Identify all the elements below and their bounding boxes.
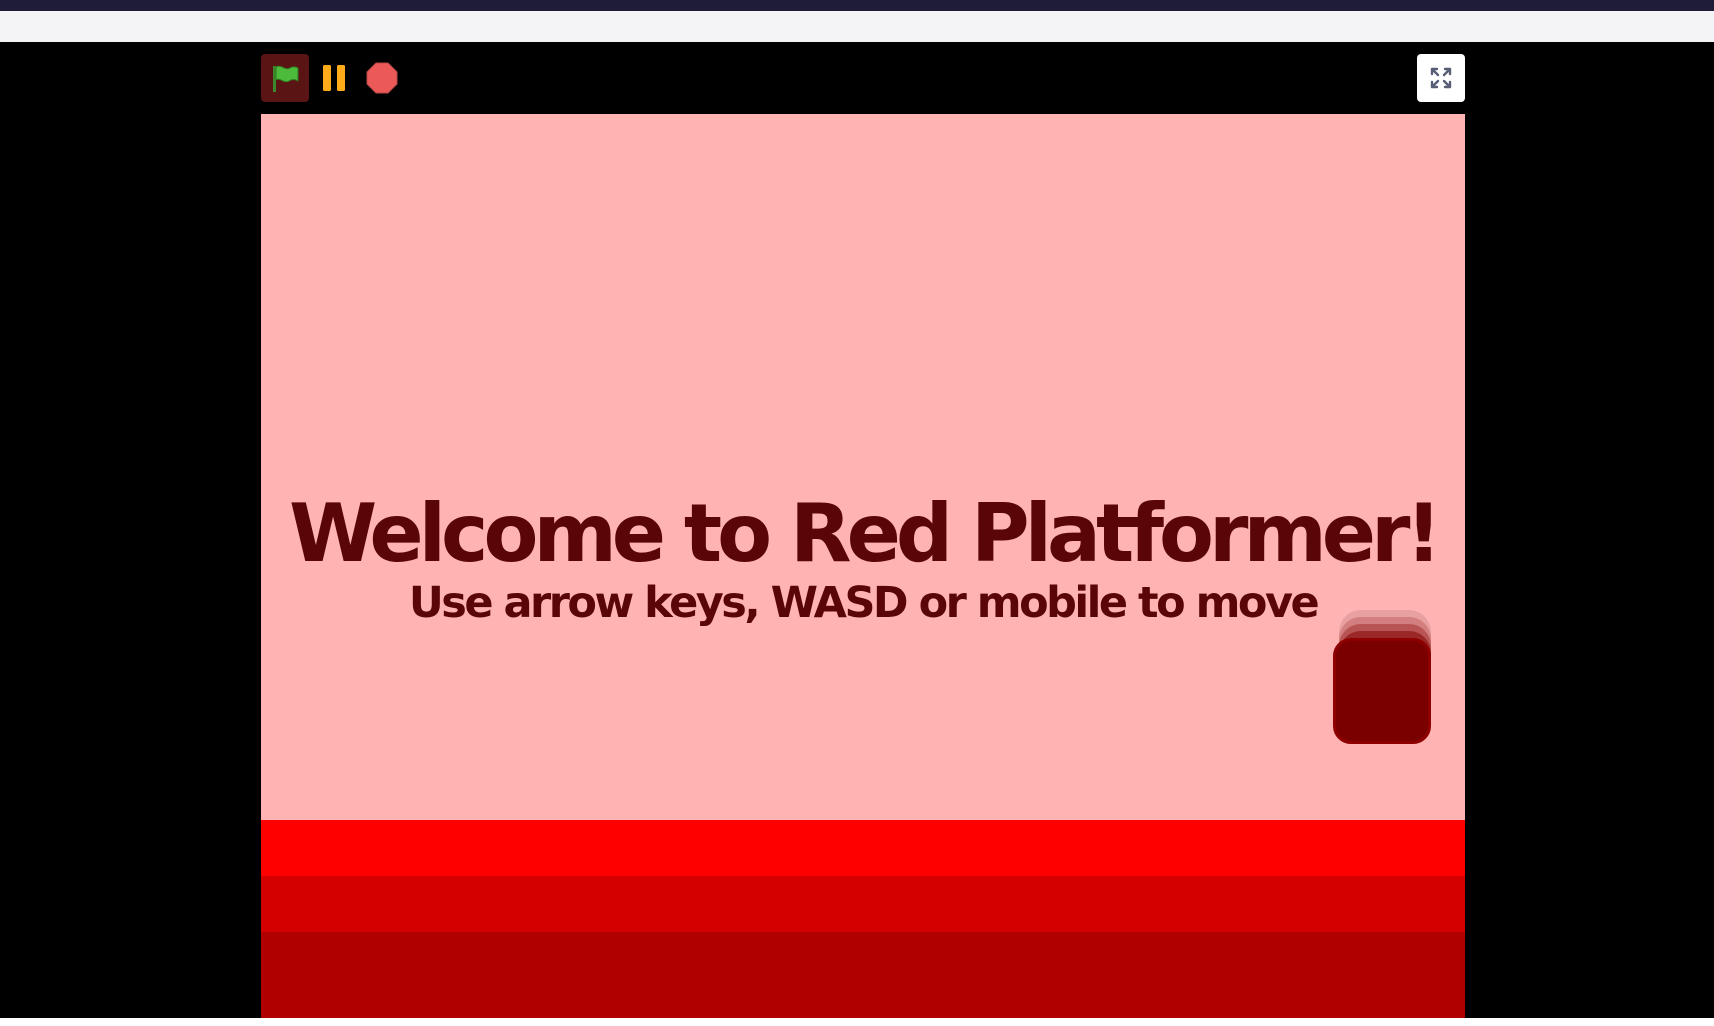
green-flag-icon (273, 65, 299, 92)
stop-sign-icon (366, 62, 398, 94)
ground-layer-bottom (261, 932, 1465, 1018)
ground-layer-middle (261, 876, 1465, 932)
stop-button[interactable] (364, 59, 400, 97)
green-flag-button[interactable] (261, 54, 309, 102)
browser-top-strip (0, 0, 1714, 11)
game-stage[interactable]: Welcome to Red Platformer! Use arrow key… (261, 114, 1465, 1018)
pause-icon (323, 65, 345, 91)
browser-bar (0, 11, 1714, 42)
welcome-title: Welcome to Red Platformer! (288, 487, 1442, 580)
fullscreen-button[interactable] (1417, 54, 1465, 102)
fullscreen-expand-icon (1430, 67, 1452, 89)
ground-layer-top (261, 820, 1465, 876)
page-bottom (0, 1018, 1714, 1026)
pause-button[interactable] (318, 54, 350, 102)
player-block (1333, 638, 1431, 744)
player-character (1333, 610, 1437, 750)
controls-instructions: Use arrow keys, WASD or mobile to move (408, 578, 1320, 628)
game-player: Welcome to Red Platformer! Use arrow key… (0, 42, 1714, 1018)
